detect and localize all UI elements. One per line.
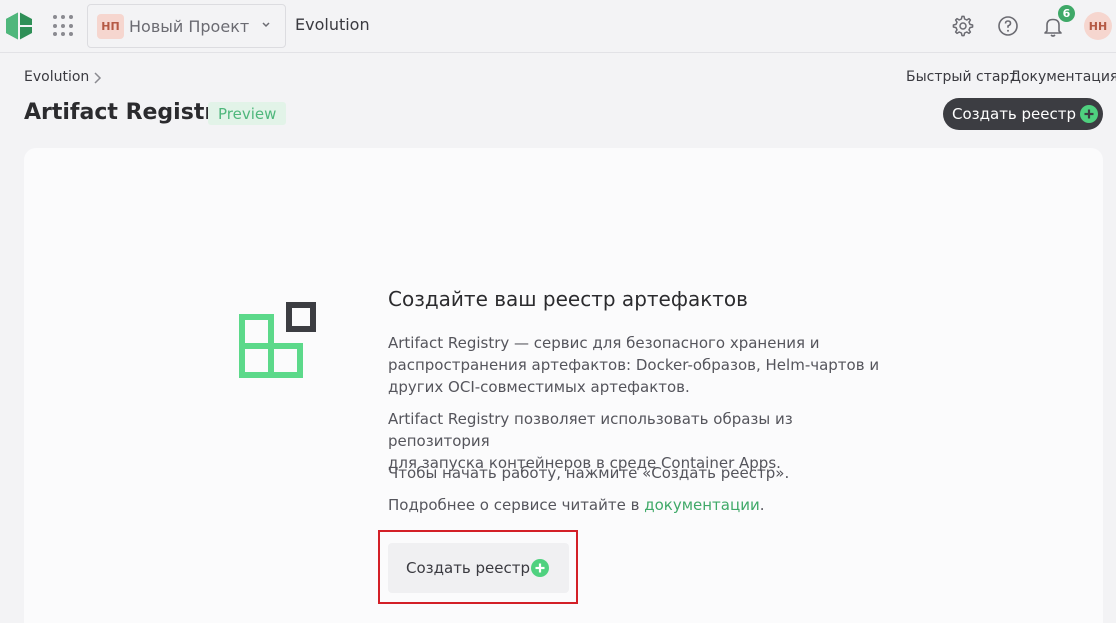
description-paragraph-1: Artifact Registry — сервис для безопасно… (388, 332, 888, 398)
plus-circle-icon (1080, 105, 1098, 123)
description-paragraph-3: Чтобы начать работу, нажмите «Создать ре… (388, 464, 790, 482)
settings-gear-icon[interactable] (951, 14, 975, 38)
description-line: других OCI-совместимых артефактов. (388, 378, 690, 396)
page-title: Artifact Registry (24, 100, 230, 125)
artifact-registry-illustration-icon (239, 302, 316, 378)
project-avatar: НП (97, 14, 124, 39)
logo-icon[interactable] (6, 12, 32, 40)
quick-start-link[interactable]: Быстрый старт (906, 69, 1017, 85)
description-line: распространения артефактов: Docker-образ… (388, 356, 880, 374)
docs-text-suffix: . (759, 496, 765, 514)
create-registry-header-label: Создать реестр (952, 105, 1077, 123)
description-line: Artifact Registry позволяет использовать… (388, 410, 793, 450)
create-registry-header-button[interactable]: Создать реестр (943, 98, 1103, 130)
apps-grid-icon[interactable] (53, 15, 75, 37)
preview-badge: Preview (208, 102, 287, 125)
breadcrumb-evolution[interactable]: Evolution (24, 69, 89, 85)
brand-name[interactable]: Evolution (295, 15, 370, 34)
documentation-link[interactable]: Документация (1010, 69, 1116, 85)
chevron-down-icon (262, 22, 270, 28)
project-name: Новый Проект (129, 17, 250, 36)
plus-circle-icon (531, 559, 549, 577)
chevron-right-icon (94, 72, 102, 84)
create-registry-button[interactable]: Создать реестр (388, 543, 569, 593)
project-selector[interactable]: НП Новый Проект (87, 4, 286, 48)
description-line: Artifact Registry — сервис для безопасно… (388, 334, 820, 352)
docs-text-prefix: Подробнее о сервисе читайте в (388, 496, 645, 514)
notifications-count-badge: 6 (1058, 5, 1075, 22)
help-icon[interactable] (996, 14, 1020, 38)
description-paragraph-4: Подробнее о сервисе читайте в документац… (388, 494, 888, 516)
user-avatar[interactable]: НН (1084, 12, 1112, 40)
documentation-inline-link[interactable]: документации (644, 496, 759, 514)
top-bar: НП Новый Проект Evolution 6 НН (0, 0, 1116, 53)
empty-state-title: Создайте ваш реестр артефактов (388, 287, 748, 311)
create-registry-label: Создать реестр (406, 559, 531, 577)
